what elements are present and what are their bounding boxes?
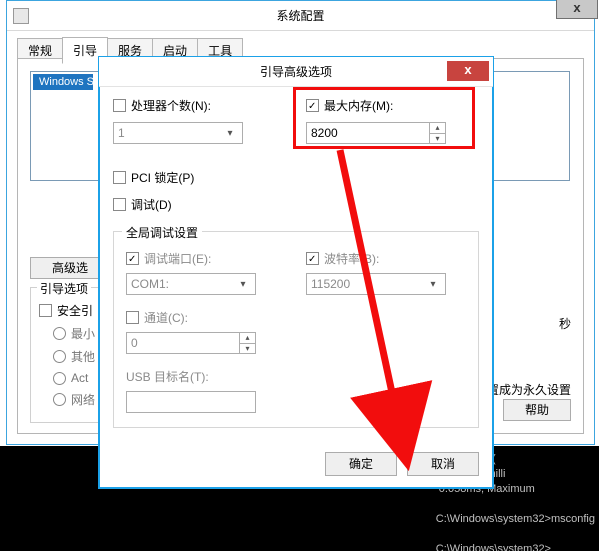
os-list-item[interactable]: Windows S	[33, 74, 93, 90]
global-debug-title: 全局调试设置	[122, 224, 202, 241]
ok-button[interactable]: 确定	[325, 452, 397, 476]
dialog-close-button[interactable]: x	[447, 61, 489, 81]
boot-advanced-options-dialog: 引导高级选项 x 处理器个数(N): 1 ▾ 最大内存(M): 8200 ▴▾ …	[98, 56, 494, 489]
chevron-down-icon: ▾	[222, 128, 238, 139]
baud-rate-combo[interactable]: 115200 ▾	[306, 273, 446, 295]
channel-checkbox[interactable]	[126, 311, 139, 324]
safe-boot-network-radio[interactable]	[53, 393, 66, 406]
debug-port-label: 调试端口(E):	[144, 250, 211, 267]
safe-boot-network-label: 网络	[71, 391, 95, 408]
debug-port-value: COM1:	[131, 277, 169, 291]
pci-lock-checkbox[interactable]	[113, 171, 126, 184]
system-config-titlebar: 系统配置 x	[7, 1, 594, 31]
timeout-seconds-label: 秒	[559, 315, 571, 332]
global-debug-group: 全局调试设置 调试端口(E): COM1: ▾ 波特率(B): 115200 ▾	[113, 231, 479, 428]
dialog-title: 引导高级选项	[260, 65, 332, 79]
debug-checkbox[interactable]	[113, 198, 126, 211]
cpu-count-checkbox[interactable]	[113, 99, 126, 112]
close-button[interactable]: x	[556, 0, 598, 19]
channel-value: 0	[131, 336, 138, 350]
debug-port-checkbox[interactable]	[126, 252, 139, 265]
boot-options-group: 引导选项 安全引 最小 其他 Act 网络	[30, 287, 108, 423]
safe-boot-adrepair-label: Act	[71, 371, 88, 385]
chevron-down-icon: ▾	[425, 279, 441, 290]
window-title: 系统配置	[276, 9, 324, 23]
debug-port-combo[interactable]: COM1: ▾	[126, 273, 256, 295]
help-button[interactable]: 帮助	[503, 399, 571, 421]
usb-target-input[interactable]	[126, 391, 256, 413]
safe-boot-adrepair-radio[interactable]	[53, 372, 66, 385]
safe-boot-altshell-label: 其他	[71, 348, 95, 365]
safe-boot-label: 安全引	[57, 302, 93, 319]
app-icon	[13, 8, 29, 24]
dialog-titlebar: 引导高级选项 x	[99, 57, 493, 87]
cpu-count-label: 处理器个数(N):	[131, 97, 211, 114]
cpu-count-value: 1	[118, 126, 125, 140]
boot-options-title: 引导选项	[37, 280, 91, 297]
baud-rate-label: 波特率(B):	[324, 250, 379, 267]
baud-rate-value: 115200	[311, 277, 350, 291]
safe-boot-checkbox[interactable]	[39, 304, 52, 317]
cpu-count-combo[interactable]: 1 ▾	[113, 122, 243, 144]
usb-target-label: USB 目标名(T):	[126, 368, 209, 385]
permanent-settings-label: 置成为永久设置	[487, 381, 571, 398]
cancel-button[interactable]: 取消	[407, 452, 479, 476]
safe-boot-minimal-radio[interactable]	[53, 327, 66, 340]
channel-label: 通道(C):	[144, 309, 188, 326]
pci-lock-label: PCI 锁定(P)	[131, 169, 194, 186]
channel-input[interactable]: 0 ▴▾	[126, 332, 256, 354]
spinner-down-icon[interactable]: ▾	[240, 344, 255, 354]
channel-spinner[interactable]: ▴▾	[239, 333, 255, 353]
safe-boot-minimal-label: 最小	[71, 325, 95, 342]
safe-boot-altshell-radio[interactable]	[53, 350, 66, 363]
baud-rate-checkbox[interactable]	[306, 252, 319, 265]
spinner-up-icon[interactable]: ▴	[240, 333, 255, 344]
debug-label: 调试(D)	[131, 196, 172, 213]
annotation-highlight-box	[293, 87, 475, 149]
chevron-down-icon: ▾	[235, 279, 251, 290]
